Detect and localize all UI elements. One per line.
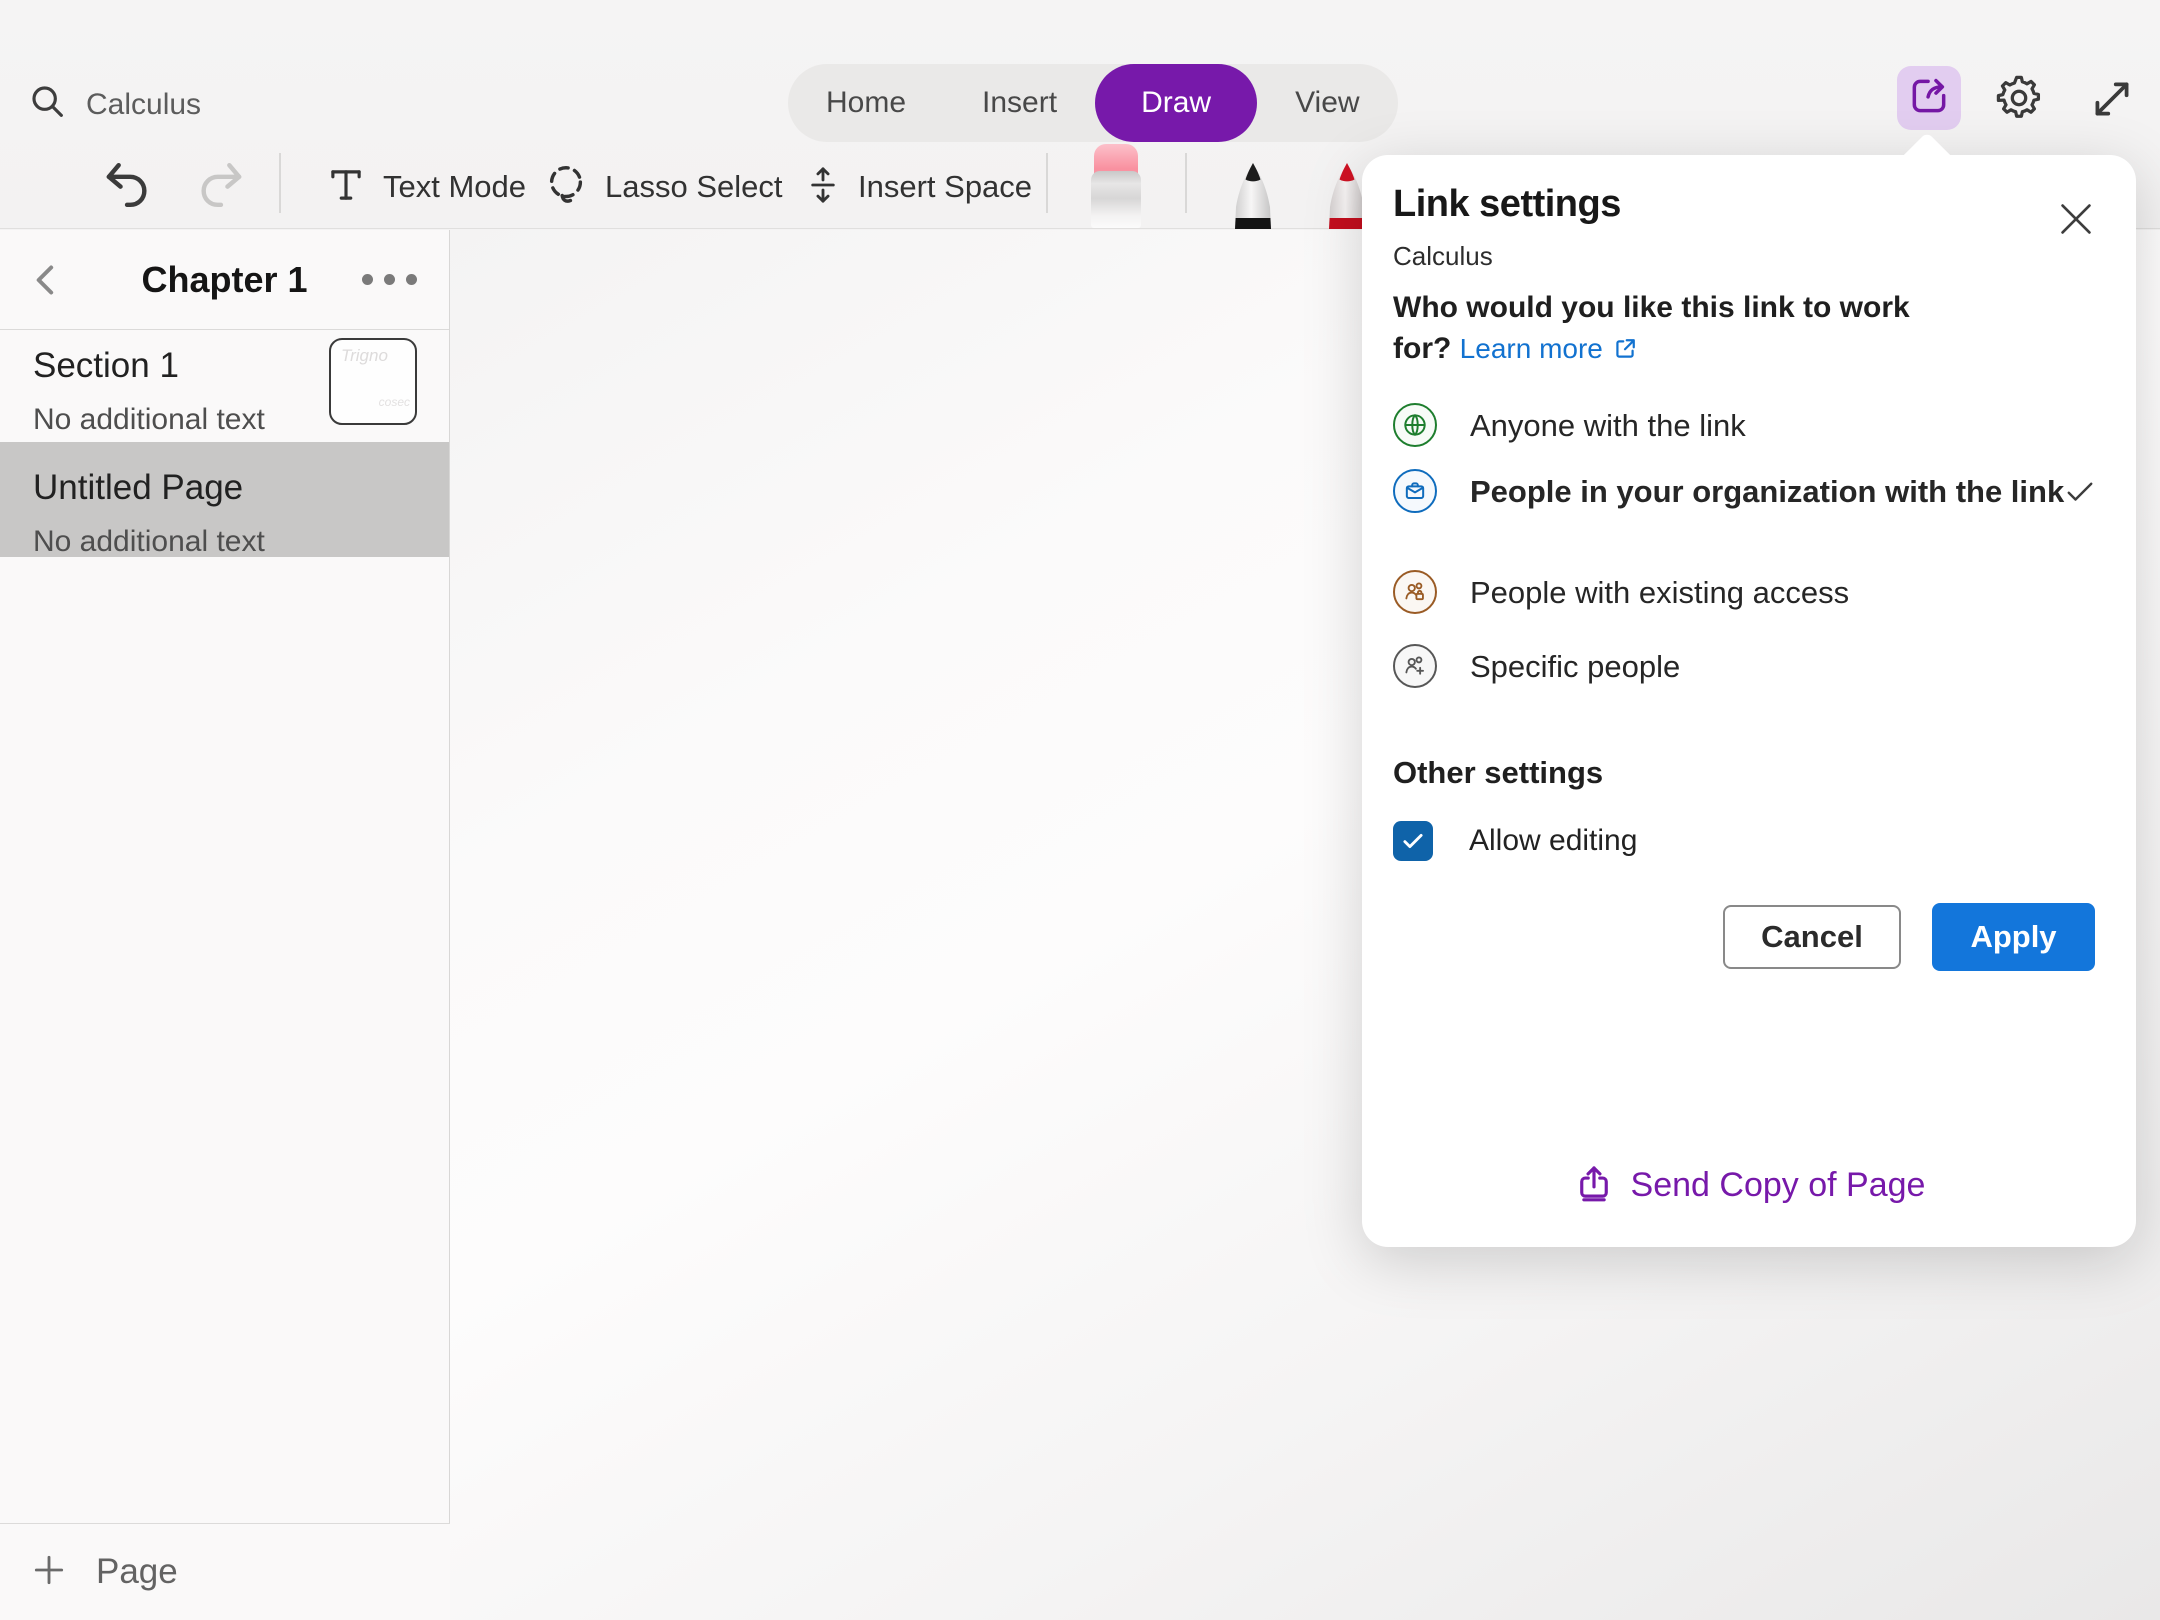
insert-space-icon (804, 164, 842, 211)
toolbar-divider (1046, 153, 1048, 213)
settings-button[interactable] (1993, 74, 2045, 126)
expand-icon (2087, 74, 2137, 129)
fullscreen-button[interactable] (2087, 76, 2137, 126)
tab-home[interactable]: Home (788, 64, 944, 142)
lasso-select-button[interactable]: Lasso Select (543, 157, 783, 217)
option-existing-access[interactable]: People with existing access (1393, 570, 1849, 615)
page-list-item-section1[interactable]: Section 1 No additional text Trigno cose… (0, 330, 449, 442)
dialog-notebook-name: Calculus (1393, 241, 1493, 272)
globe-icon (1393, 403, 1437, 447)
person-add-icon (1393, 644, 1437, 688)
cancel-button[interactable]: Cancel (1723, 905, 1901, 969)
text-mode-button[interactable]: Text Mode (325, 157, 526, 217)
search-icon (28, 82, 68, 127)
insert-space-button[interactable]: Insert Space (804, 157, 1032, 217)
page-subtitle: No additional text (33, 525, 449, 559)
selected-check-icon (2062, 474, 2098, 515)
checkbox-checked-icon (1393, 821, 1433, 861)
people-lock-icon (1393, 570, 1437, 614)
lasso-icon (543, 162, 589, 213)
page-thumbnail: Trigno cosec (329, 338, 417, 425)
allow-editing-checkbox[interactable]: Allow editing (1393, 821, 1637, 861)
chevron-left-icon (27, 260, 67, 300)
external-link-icon (1611, 335, 1639, 363)
apply-button[interactable]: Apply (1932, 903, 2095, 971)
toolbar-divider (1185, 153, 1187, 213)
sidebar-header: Chapter 1 (0, 230, 449, 330)
notebook-search[interactable]: Calculus (28, 82, 201, 127)
gear-icon (1993, 72, 2045, 129)
tab-insert[interactable]: Insert (944, 64, 1095, 142)
option-anyone-with-link[interactable]: Anyone with the link (1393, 403, 1746, 448)
dialog-question: Who would you like this link to work for… (1393, 287, 1933, 369)
plus-icon (30, 1551, 68, 1594)
ellipsis-icon (362, 274, 373, 285)
notebook-name: Calculus (86, 88, 201, 122)
undo-button[interactable] (100, 157, 156, 217)
allow-editing-label: Allow editing (1469, 824, 1637, 858)
page-sidebar: Chapter 1 Section 1 No additional text T… (0, 230, 450, 1620)
section-more-button[interactable] (358, 264, 421, 295)
option-specific-people[interactable]: Specific people (1393, 644, 1680, 689)
add-page-button[interactable]: Page (0, 1523, 450, 1620)
close-icon (2053, 196, 2099, 242)
add-page-label: Page (96, 1552, 178, 1592)
undo-icon (100, 157, 156, 218)
back-button[interactable] (24, 257, 70, 303)
text-mode-icon (325, 164, 367, 211)
other-settings-heading: Other settings (1393, 755, 1603, 791)
learn-more-link[interactable]: Learn more (1460, 333, 1639, 364)
send-copy-button[interactable]: Send Copy of Page (1362, 1150, 2136, 1220)
send-copy-label: Send Copy of Page (1631, 1166, 1926, 1205)
black-pen-icon (1230, 161, 1276, 229)
onenote-app: Calculus Home Insert Draw View (0, 0, 2160, 1620)
link-settings-dialog: Link settings Calculus Who would you lik… (1362, 155, 2136, 1247)
redo-button[interactable] (192, 157, 248, 217)
black-pen-tool[interactable] (1230, 161, 1276, 229)
tab-draw[interactable]: Draw (1095, 64, 1257, 142)
close-button[interactable] (2052, 195, 2100, 243)
ribbon-tabs: Home Insert Draw View (788, 64, 1398, 142)
send-copy-icon (1573, 1162, 1615, 1209)
option-people-in-organization[interactable]: People in your organization with the lin… (1393, 469, 2064, 514)
redo-icon (192, 157, 248, 218)
page-list-item-untitled[interactable]: Untitled Page No additional text (0, 442, 449, 557)
page-title: Untitled Page (33, 468, 449, 508)
share-icon (1907, 74, 1951, 123)
share-button[interactable] (1897, 66, 1961, 130)
tab-view[interactable]: View (1257, 64, 1397, 142)
toolbar-divider (279, 153, 281, 213)
briefcase-icon (1393, 469, 1437, 513)
eraser-tool[interactable] (1091, 144, 1141, 228)
dialog-title: Link settings (1393, 183, 1621, 226)
